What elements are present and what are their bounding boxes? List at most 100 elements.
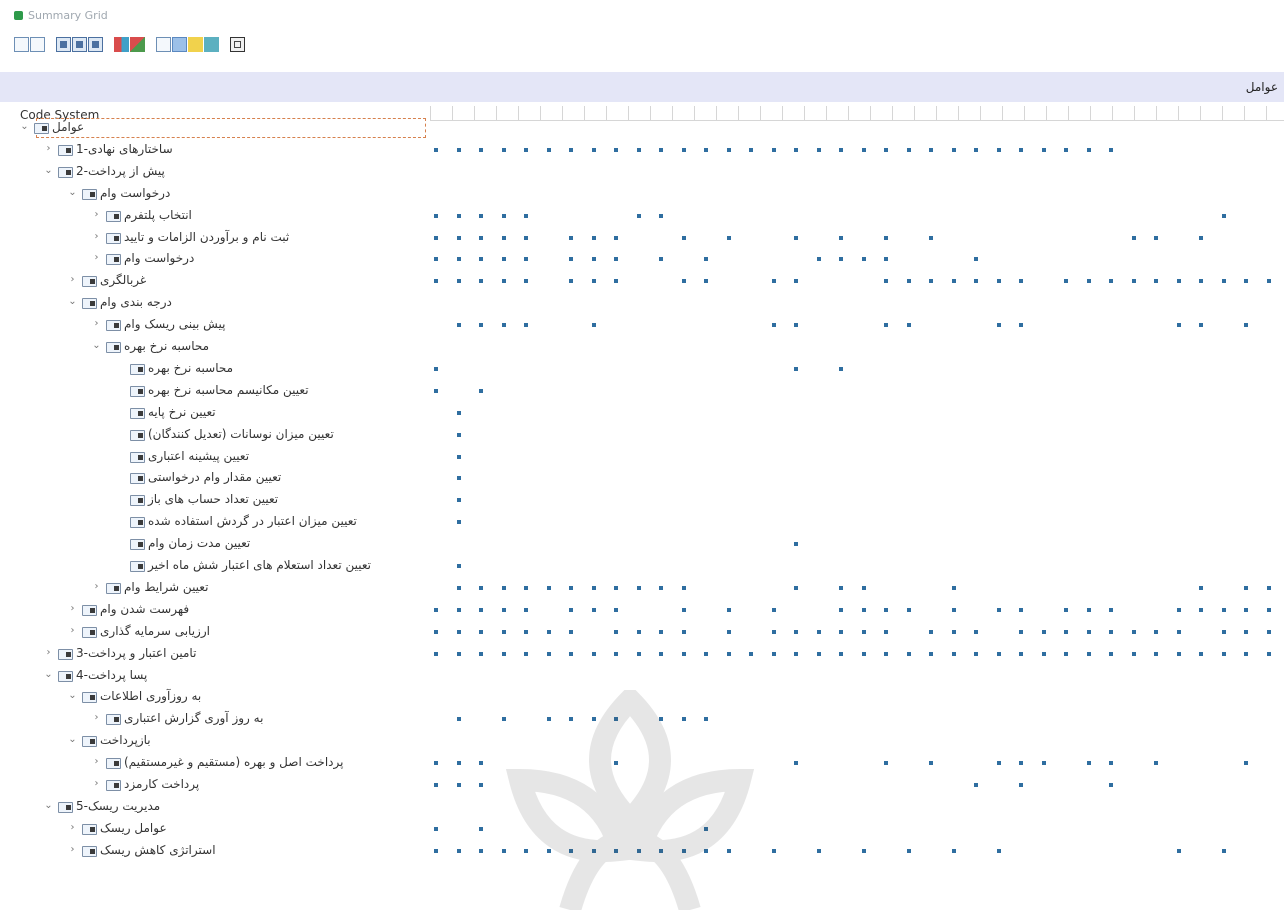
coded-segment-marker[interactable] xyxy=(524,257,528,261)
coded-segment-marker[interactable] xyxy=(726,652,731,656)
note-icon[interactable] xyxy=(188,37,203,52)
coded-segment-marker[interactable] xyxy=(614,608,618,612)
chevron-down-icon[interactable]: ⌄ xyxy=(68,296,77,307)
coded-segment-marker[interactable] xyxy=(614,257,618,261)
coded-segment-marker[interactable] xyxy=(524,608,528,612)
coded-segment-marker[interactable] xyxy=(569,257,573,261)
coded-segment-marker[interactable] xyxy=(1266,608,1271,612)
coded-segment-marker[interactable] xyxy=(1019,323,1023,327)
chevron-right-icon[interactable]: › xyxy=(44,647,53,658)
coded-segment-marker[interactable] xyxy=(501,279,506,283)
coded-segment-marker[interactable] xyxy=(794,761,798,765)
coded-segment-marker[interactable] xyxy=(884,148,888,152)
color-matrix-icon[interactable] xyxy=(114,37,129,52)
coded-segment-marker[interactable] xyxy=(524,323,528,327)
coded-segment-marker[interactable] xyxy=(1109,783,1113,787)
tree-row[interactable]: تعیین پیشینه اعتباری xyxy=(0,447,430,468)
coded-segment-marker[interactable] xyxy=(726,148,731,152)
coded-segment-marker[interactable] xyxy=(1109,279,1113,283)
coded-segment-marker[interactable] xyxy=(839,236,843,240)
tree-row[interactable]: تعیین میزان اعتبار در گردش استفاده شده xyxy=(0,512,430,533)
coded-segment-marker[interactable] xyxy=(929,630,933,634)
chevron-right-icon[interactable]: › xyxy=(92,756,101,767)
coded-segment-marker[interactable] xyxy=(884,323,888,327)
chevron-right-icon[interactable]: › xyxy=(92,318,101,329)
coded-segment-marker[interactable] xyxy=(636,586,641,590)
coded-segment-marker[interactable] xyxy=(456,455,461,459)
coded-segment-marker[interactable] xyxy=(591,236,596,240)
coded-segment-marker[interactable] xyxy=(996,608,1001,612)
chevron-right-icon[interactable]: › xyxy=(92,209,101,220)
coded-segment-marker[interactable] xyxy=(839,630,843,634)
coded-segment-marker[interactable] xyxy=(1266,279,1271,283)
coded-segment-marker[interactable] xyxy=(569,586,573,590)
coded-segment-marker[interactable] xyxy=(501,236,506,240)
coded-segment-marker[interactable] xyxy=(771,630,776,634)
coded-segment-marker[interactable] xyxy=(1109,630,1113,634)
coded-segment-marker[interactable] xyxy=(1064,148,1068,152)
coded-segment-marker[interactable] xyxy=(906,652,911,656)
coded-segment-marker[interactable] xyxy=(951,279,956,283)
chevron-right-icon[interactable]: › xyxy=(68,603,77,614)
coded-segment-marker[interactable] xyxy=(434,608,438,612)
coded-segment-marker[interactable] xyxy=(456,564,461,568)
tree-row[interactable]: › تعیین شرایط وام xyxy=(0,578,430,599)
tree-row[interactable]: › تامین اعتبار و پرداخت-3 xyxy=(0,644,430,665)
coded-segment-marker[interactable] xyxy=(479,257,483,261)
coded-segment-marker[interactable] xyxy=(434,389,438,393)
coded-segment-marker[interactable] xyxy=(501,323,506,327)
tree-row[interactable]: › ثبت نام و برآوردن الزامات و تایید xyxy=(0,228,430,249)
coded-segment-marker[interactable] xyxy=(929,148,933,152)
coded-segment-marker[interactable] xyxy=(974,630,978,634)
coded-segment-marker[interactable] xyxy=(726,630,731,634)
tree-row[interactable]: تعیین مدت زمان وام xyxy=(0,534,430,555)
coded-segment-marker[interactable] xyxy=(906,279,911,283)
coded-segment-marker[interactable] xyxy=(771,652,776,656)
coded-segment-marker[interactable] xyxy=(614,236,618,240)
coded-segment-marker[interactable] xyxy=(681,630,686,634)
tree-row[interactable]: تعیین مکانیسم محاسبه نرخ بهره xyxy=(0,381,430,402)
coded-segment-marker[interactable] xyxy=(614,148,618,152)
coded-segment-marker[interactable] xyxy=(524,652,528,656)
chevron-down-icon[interactable]: ⌄ xyxy=(92,340,101,351)
coded-segment-marker[interactable] xyxy=(839,148,843,152)
coded-segment-marker[interactable] xyxy=(1041,652,1046,656)
coded-segment-marker[interactable] xyxy=(771,608,776,612)
coded-segment-marker[interactable] xyxy=(1154,652,1158,656)
coded-segment-marker[interactable] xyxy=(681,148,686,152)
chevron-right-icon[interactable]: › xyxy=(92,252,101,263)
coded-segment-marker[interactable] xyxy=(1064,279,1068,283)
coded-segment-marker[interactable] xyxy=(434,630,438,634)
coded-segment-marker[interactable] xyxy=(546,630,551,634)
coded-segment-marker[interactable] xyxy=(794,148,798,152)
coded-segment-marker[interactable] xyxy=(1176,608,1181,612)
coded-segment-marker[interactable] xyxy=(1176,652,1181,656)
coded-segment-marker[interactable] xyxy=(884,257,888,261)
coded-segment-marker[interactable] xyxy=(524,586,528,590)
coded-segment-marker[interactable] xyxy=(591,279,596,283)
coded-segment-marker[interactable] xyxy=(794,630,798,634)
coded-segment-marker[interactable] xyxy=(456,148,461,152)
coded-segment-marker[interactable] xyxy=(456,214,461,218)
coded-segment-marker[interactable] xyxy=(794,586,798,590)
coded-segment-marker[interactable] xyxy=(1019,783,1023,787)
coded-segment-marker[interactable] xyxy=(479,214,483,218)
coded-segment-marker[interactable] xyxy=(456,849,461,853)
coded-segment-marker[interactable] xyxy=(839,608,843,612)
tree-row[interactable]: ⌄ پسا پرداخت-4 xyxy=(0,666,430,687)
coded-segment-marker[interactable] xyxy=(1131,652,1136,656)
coded-segment-marker[interactable] xyxy=(1154,761,1158,765)
coded-segment-marker[interactable] xyxy=(839,586,843,590)
coded-segment-marker[interactable] xyxy=(434,367,438,371)
tree-row[interactable]: تعیین تعداد استعلام های اعتبار شش ماه اخ… xyxy=(0,556,430,577)
coded-segment-marker[interactable] xyxy=(1221,608,1226,612)
coded-segment-marker[interactable] xyxy=(1019,279,1023,283)
coded-segment-marker[interactable] xyxy=(974,279,978,283)
table-icon[interactable] xyxy=(204,37,219,52)
coded-segment-marker[interactable] xyxy=(434,148,438,152)
coded-segment-marker[interactable] xyxy=(929,236,933,240)
expand-icon[interactable] xyxy=(14,37,29,52)
chevron-down-icon[interactable]: ⌄ xyxy=(44,165,53,176)
coded-segment-marker[interactable] xyxy=(569,279,573,283)
coded-segment-marker[interactable] xyxy=(479,608,483,612)
